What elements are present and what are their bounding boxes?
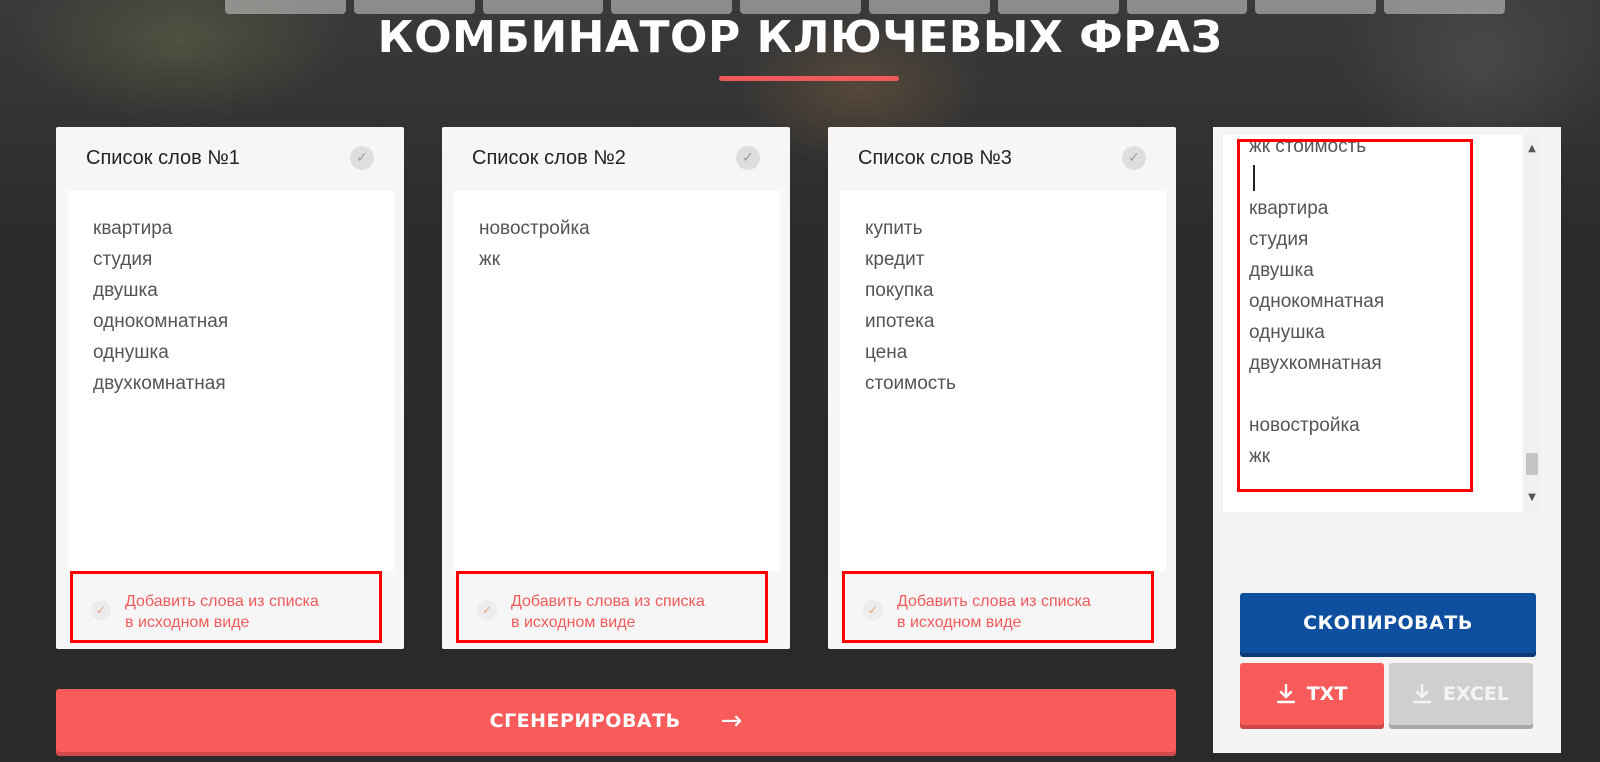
option-label: Добавить слова из списка в исходном виде — [897, 593, 1091, 631]
add-original-words-option[interactable]: ✓ Добавить слова из списка в исходном ви… — [456, 571, 768, 643]
scroll-up-icon[interactable]: ▲ — [1523, 141, 1541, 157]
word-list-textarea[interactable]: купить кредит покупка ипотека цена стоим… — [840, 191, 1166, 571]
list-item: жк — [479, 249, 501, 270]
download-txt-button[interactable]: TXT — [1240, 663, 1384, 725]
list-item: квартира — [93, 218, 173, 239]
add-original-words-option[interactable]: ✓ Добавить слова из списка в исходном ви… — [842, 571, 1154, 643]
checkbox-check-icon[interactable]: ✓ — [477, 600, 497, 620]
excel-label: EXCEL — [1443, 683, 1509, 705]
list-item: ипотека — [865, 311, 935, 332]
word-list-textarea[interactable]: новостройка жк — [454, 191, 780, 571]
list-item: однушка — [93, 342, 169, 363]
option-label: Добавить слова из списка в исходном виде — [125, 593, 319, 631]
generate-button[interactable]: СГЕНЕРИРОВАТЬ → — [56, 689, 1176, 752]
check-icon[interactable]: ✓ — [350, 146, 374, 170]
word-list-card-3: Список слов №3 ✓ купить кредит покупка и… — [828, 127, 1176, 649]
scroll-down-icon[interactable]: ▼ — [1523, 490, 1541, 506]
checkbox-check-icon[interactable]: ✓ — [91, 600, 111, 620]
scrollbar[interactable]: ▲ ▼ — [1523, 135, 1541, 512]
list-item: новостройка — [479, 218, 590, 239]
word-list-card-2: Список слов №2 ✓ новостройка жк ✓ Добави… — [442, 127, 790, 649]
add-original-words-option[interactable]: ✓ Добавить слова из списка в исходном ви… — [70, 571, 382, 643]
download-excel-button[interactable]: EXCEL — [1389, 663, 1533, 725]
result-textarea[interactable]: жк стоимость квартира студия двушка одно… — [1223, 135, 1541, 512]
copy-button[interactable]: СКОПИРОВАТЬ — [1240, 593, 1536, 653]
txt-label: TXT — [1306, 683, 1348, 705]
download-icon — [1276, 684, 1295, 704]
highlight-box — [1237, 139, 1473, 492]
word-list-card-1: Список слов №1 ✓ квартира студия двушка … — [56, 127, 404, 649]
list-item: купить — [865, 218, 923, 239]
download-icon — [1413, 684, 1431, 704]
checkbox-check-icon[interactable]: ✓ — [863, 600, 883, 620]
list-item: студия — [93, 249, 153, 270]
list-item: кредит — [865, 249, 925, 270]
word-list-textarea[interactable]: квартира студия двушка однокомнатная одн… — [68, 191, 394, 571]
check-icon[interactable]: ✓ — [1122, 146, 1146, 170]
list-item: покупка — [865, 280, 934, 301]
list-item: однокомнатная — [93, 311, 229, 332]
list-item: двушка — [93, 280, 158, 301]
list-item: стоимость — [865, 373, 956, 394]
generate-button-label: СГЕНЕРИРОВАТЬ — [489, 709, 681, 732]
check-icon[interactable]: ✓ — [736, 146, 760, 170]
result-line: купить — [1249, 503, 1499, 512]
option-label: Добавить слова из списка в исходном виде — [511, 593, 705, 631]
list-item: цена — [865, 342, 908, 363]
list-item: двухкомнатная — [93, 373, 226, 394]
arrow-right-icon: → — [720, 705, 743, 736]
title-underline — [719, 76, 899, 81]
page-title: КОМБИНАТОР КЛЮЧЕВЫХ ФРАЗ — [377, 12, 1223, 63]
scroll-thumb[interactable] — [1526, 453, 1538, 475]
result-panel: жк стоимость квартира студия двушка одно… — [1213, 127, 1561, 753]
